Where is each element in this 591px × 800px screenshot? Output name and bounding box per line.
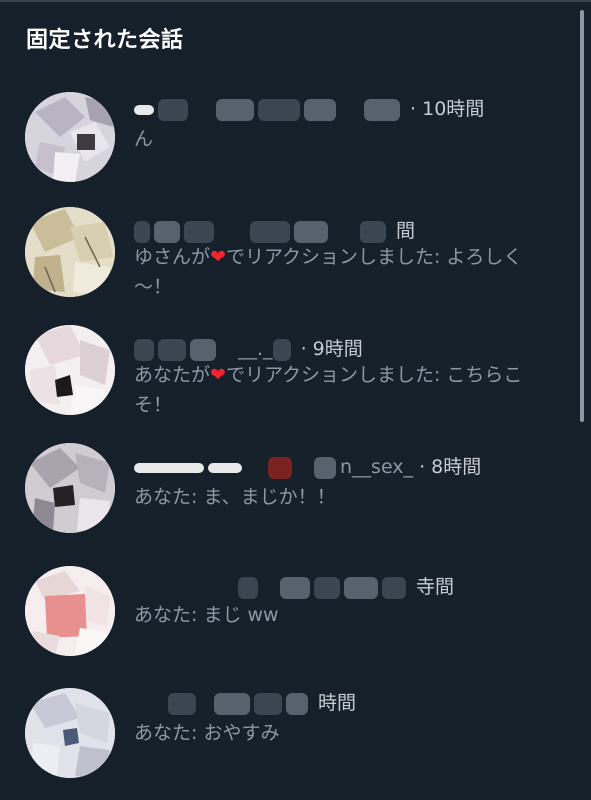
- message-preview: あなた: まじ ww: [134, 604, 279, 626]
- conversation-item[interactable]: 時間 あなた: おやすみ: [0, 672, 575, 790]
- message-preview: ゆさんが❤でリアクションしました: よろしく～！: [134, 242, 554, 302]
- heart-icon: ❤: [210, 364, 226, 386]
- message-preview: あなたが❤でリアクションしました: こちらこそ！: [134, 360, 554, 420]
- conversation-item[interactable]: 寺間 あなた: まじ ww: [0, 556, 575, 674]
- avatar[interactable]: [25, 92, 115, 182]
- avatar[interactable]: [25, 207, 115, 297]
- conversation-header: 間: [134, 216, 415, 243]
- message-preview: あなた: ま、まじか！！: [134, 486, 336, 508]
- preview-text: あなたが: [134, 364, 211, 386]
- avatar[interactable]: [25, 688, 115, 778]
- conversation-item[interactable]: __._ · 9時間 あなたが❤でリアクションしました: こちらこそ！: [0, 320, 575, 438]
- conversation-header: · 10時間: [134, 94, 484, 121]
- scrollbar[interactable]: [580, 10, 584, 422]
- redacted-name: [134, 577, 234, 599]
- message-preview: あなた: おやすみ: [134, 722, 280, 744]
- avatar[interactable]: [25, 443, 115, 533]
- timestamp: 時間: [318, 692, 357, 714]
- avatar[interactable]: [25, 566, 115, 656]
- conversation-item[interactable]: n__sex_ · 8時間 あなた: ま、まじか！！: [0, 438, 575, 556]
- message-preview: ん: [134, 128, 154, 150]
- timestamp: · 8時間: [419, 456, 482, 478]
- avatar[interactable]: [25, 325, 115, 415]
- timestamp: · 10時間: [410, 98, 485, 120]
- timestamp: 寺間: [416, 576, 455, 598]
- timestamp: 間: [396, 220, 416, 242]
- redacted-name: [134, 462, 204, 473]
- conversation-header: n__sex_ · 8時間: [134, 452, 481, 479]
- redacted-name: [134, 693, 164, 715]
- pinned-conversations-panel: 固定された会話 · 10時間 ん 間 ゆさんが❤でリアクションしました: よろし…: [0, 0, 591, 800]
- timestamp: · 9時間: [300, 338, 363, 360]
- redacted-name: [134, 220, 150, 243]
- conversation-item[interactable]: · 10時間 ん: [0, 90, 575, 208]
- heart-icon: ❤: [210, 246, 226, 268]
- page-title: 固定された会話: [26, 28, 184, 53]
- conversation-header: 時間: [134, 688, 356, 715]
- name-fragment: n__sex_: [340, 456, 414, 478]
- redacted-name: [134, 104, 154, 115]
- name-fragment: __._: [238, 338, 273, 360]
- preview-text: ゆさんが: [134, 246, 211, 268]
- redacted-name: [134, 338, 154, 361]
- conversation-header: __._ · 9時間: [134, 334, 363, 361]
- conversation-item[interactable]: 間 ゆさんが❤でリアクションしました: よろしく～！: [0, 202, 575, 320]
- conversation-header: 寺間: [134, 572, 454, 599]
